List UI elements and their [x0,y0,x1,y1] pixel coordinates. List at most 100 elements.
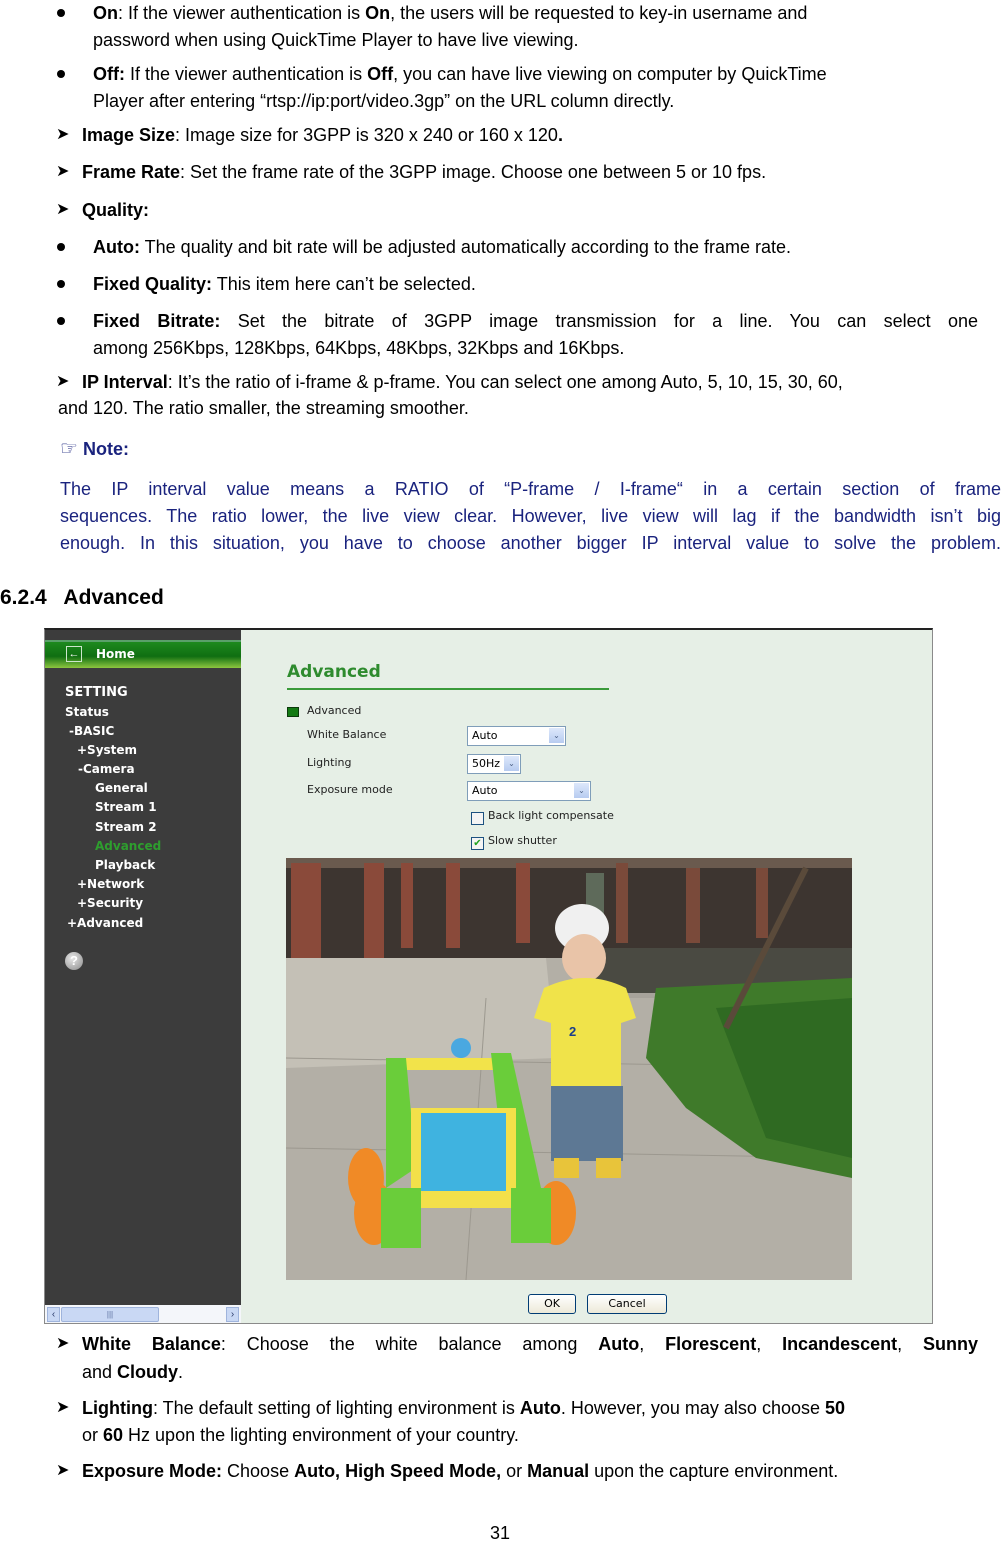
exposure-mode-select[interactable]: Auto ⌄ [467,781,591,801]
option: 60 [103,1425,124,1445]
chevron-down-icon: ⌄ [504,756,519,771]
fixed-bitrate-line2: among 256Kbps, 128Kbps, 64Kbps, 48Kbps, … [93,338,625,358]
bullet-icon [57,317,65,325]
home-button[interactable]: ← Home [45,640,241,668]
select-value: 50Hz [472,757,501,770]
term: On [93,3,118,23]
nav-security[interactable]: +Security [77,896,143,910]
option: Cloudy [117,1362,179,1382]
frame-rate-item: Frame Rate: Set the frame rate of the 3G… [82,161,766,183]
option: Auto [519,1398,561,1418]
option: Manual [527,1461,590,1481]
nav-stream-2[interactable]: Stream 2 [95,820,157,834]
nav-network[interactable]: +Network [77,877,144,891]
title-divider [287,688,609,690]
text: : Choose the white balance among [220,1334,599,1354]
nav-basic[interactable]: -BASIC [69,724,114,738]
lighting-line2: or 60 Hz upon the lighting environment o… [82,1424,519,1446]
note-label: ☞ Note: [60,438,129,460]
section-square-icon [287,707,299,717]
text: upon the capture environment. [589,1461,839,1481]
lighting-item: Lighting: The default setting of lightin… [82,1397,845,1419]
arrow-bullet-icon: ➤ [56,201,70,218]
term: Fixed Bitrate: [93,311,221,331]
option: Auto [598,1334,640,1354]
option: Sunny [922,1334,978,1354]
cancel-button[interactable]: Cancel [587,1294,667,1314]
text: or [82,1425,104,1445]
term: Fixed Quality: [93,274,213,294]
text: : The default setting of lighting enviro… [152,1398,520,1418]
fixed-quality-item: Fixed Quality: This item here can’t be s… [93,273,476,295]
bullet-icon [57,243,65,251]
chevron-down-icon: ⌄ [574,783,589,798]
section-label: Advanced [307,704,362,717]
white-balance-label: White Balance [307,728,387,741]
text: The quality and bit rate will be adjuste… [139,237,792,257]
text: . [557,125,563,145]
scroll-thumb[interactable]: ||| [61,1307,159,1322]
term: Image Size [82,125,176,145]
term: On [365,3,391,23]
note-line2: sequences. The ratio lower, the live vie… [60,506,1001,526]
camera-settings-screenshot: ← Home SETTING Status -BASIC +System -Ca… [44,628,933,1324]
lighting-select[interactable]: 50Hz ⌄ [467,754,521,774]
off-item: Off: If the viewer authentication is Off… [93,63,827,85]
back-light-label: Back light compensate [488,809,614,822]
nav-advanced-camera[interactable]: Advanced [95,839,161,853]
text: . [178,1362,184,1382]
term: IP Interval [82,372,168,392]
page-title: Advanced [287,662,381,682]
live-view-image: 2 [286,858,852,1280]
term: Quality: [82,200,150,220]
nav-camera[interactable]: -Camera [78,762,135,776]
fixed-bitrate-item: Fixed Bitrate: Set the bitrate of 3GPP i… [93,310,978,332]
term: Off: [93,64,125,84]
arrow-bullet-icon: ➤ [56,1462,70,1479]
text: , [756,1334,783,1354]
text: Choose [222,1461,295,1481]
ip-interval-item: IP Interval: It’s the ratio of i-frame &… [82,371,843,393]
scroll-right-icon[interactable]: › [226,1307,239,1322]
text: If the viewer authentication is [124,64,368,84]
nav-stream-1[interactable]: Stream 1 [95,800,157,814]
nav-playback[interactable]: Playback [95,858,155,872]
option: Auto, High Speed Mode, [294,1461,502,1481]
ok-button[interactable]: OK [528,1294,576,1314]
back-arrow-icon: ← [66,646,82,662]
text: . However, you may also choose [560,1398,825,1418]
text: and [82,1362,118,1382]
nav-status[interactable]: Status [65,705,109,719]
nav-general[interactable]: General [95,781,148,795]
option: 50 [825,1398,846,1418]
text: : Set the frame rate of the 3GPP image. … [180,162,767,182]
text: Hz upon the lighting environment of your… [123,1425,519,1445]
slow-shutter-checkbox[interactable]: ✔ [471,837,484,850]
text: , the users will be requested to key-in … [390,3,808,23]
svg-text:2: 2 [569,1024,576,1039]
text: Set the bitrate of 3GPP image transmissi… [220,311,978,331]
nav-system[interactable]: +System [77,743,137,757]
arrow-bullet-icon: ➤ [56,126,70,143]
white-balance-select[interactable]: Auto ⌄ [467,726,566,746]
bullet-icon [57,9,65,17]
nav-advanced[interactable]: +Advanced [67,916,143,930]
white-balance-line2: and Cloudy. [82,1361,183,1383]
horizontal-scrollbar[interactable]: ‹ ||| › [45,1305,241,1323]
option: Incandescent [782,1334,898,1354]
text: : If the viewer authentication is [118,3,366,23]
slow-shutter-label: Slow shutter [488,834,557,847]
note-line1: The IP interval value means a RATIO of “… [60,479,1001,499]
term: Frame Rate [82,162,181,182]
scroll-left-icon[interactable]: ‹ [47,1307,60,1322]
on-item-line2: password when using QuickTime Player to … [93,30,579,50]
term: Auto: [93,237,140,257]
arrow-bullet-icon: ➤ [56,163,70,180]
on-item: On: If the viewer authentication is On, … [93,2,807,24]
exposure-mode-label: Exposure mode [307,783,393,796]
back-light-checkbox[interactable] [471,812,484,825]
help-icon[interactable]: ? [65,952,83,970]
page-number: 31 [490,1523,511,1543]
sidebar: ← Home SETTING Status -BASIC +System -Ca… [45,630,241,1323]
note-title: Note: [82,439,129,459]
